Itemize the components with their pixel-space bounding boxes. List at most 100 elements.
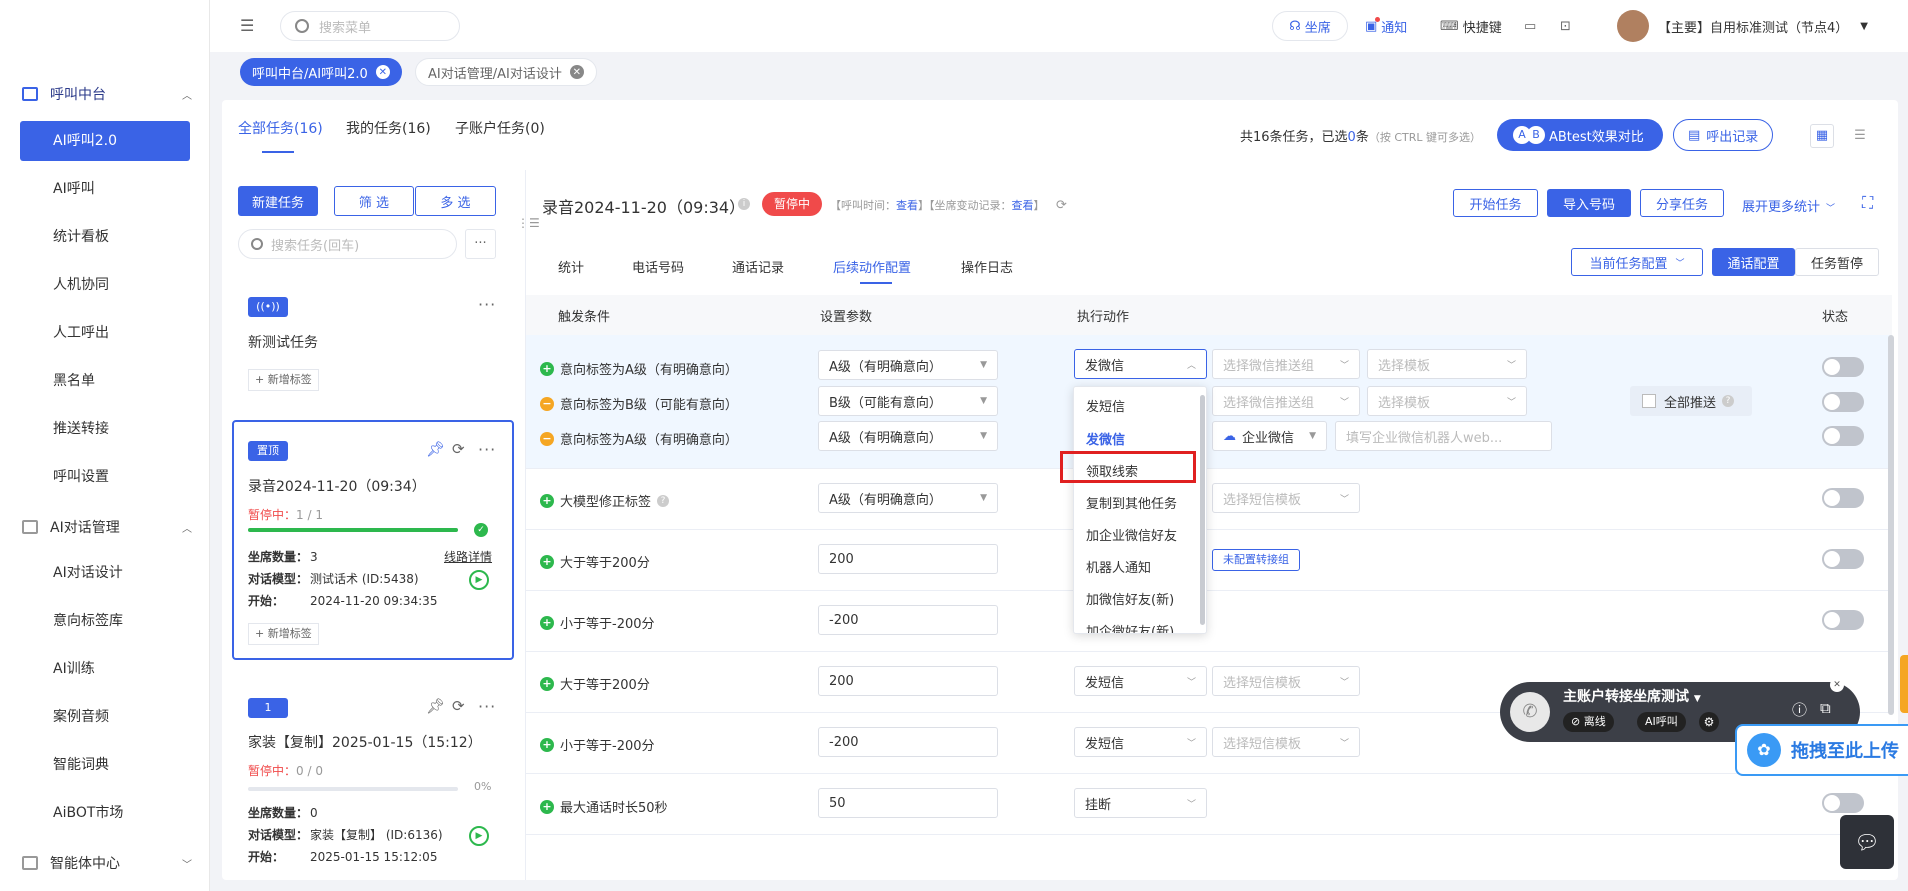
refresh-icon[interactable]: ⟳ [452, 440, 465, 458]
param-input[interactable]: -200 [818, 727, 998, 757]
remove-icon[interactable]: − [540, 431, 554, 446]
info-icon[interactable]: i [738, 198, 750, 210]
new-task-button[interactable]: 新建任务 [238, 186, 318, 216]
param-select[interactable]: A级（有明确意向） ▼ [818, 483, 998, 513]
offline-status[interactable]: ⊘ 离线 [1563, 712, 1614, 732]
close-icon[interactable]: ✕ [1830, 678, 1844, 692]
share-task-button[interactable]: 分享任务 [1640, 189, 1724, 217]
action-select[interactable]: 发微信 ︿ [1074, 349, 1207, 379]
remove-icon[interactable]: − [540, 396, 554, 411]
close-icon[interactable]: ✕ [569, 65, 584, 79]
menu-search[interactable]: 搜索菜单 [280, 11, 460, 41]
gear-icon[interactable]: ⚙ [1699, 712, 1719, 732]
task-more-icon[interactable]: ··· [478, 440, 496, 459]
add-icon[interactable]: + [540, 361, 554, 376]
current-config-dropdown[interactable]: 当前任务配置 ﹀ [1571, 248, 1703, 276]
play-icon[interactable]: ▶ [469, 570, 489, 590]
image-icon[interactable]: ⊡ [1560, 11, 1571, 41]
param-input[interactable]: 50 [818, 788, 998, 818]
upload-drop-zone[interactable]: ✿ 拖拽至此上传 [1735, 724, 1908, 776]
sms-template-select[interactable]: 选择短信模板 ﹀ [1212, 666, 1360, 696]
play-icon[interactable]: ▶ [469, 826, 489, 846]
chat-icon[interactable]: 💬︎ [1840, 815, 1894, 869]
avatar[interactable] [1617, 10, 1649, 42]
more-stats-toggle[interactable]: 展开更多统计 ﹀ [1742, 196, 1835, 215]
sidebar-item-case-audio[interactable]: 案例音频 [20, 697, 190, 737]
add-tag-button[interactable]: + 新增标签 [248, 369, 319, 391]
call-config-button[interactable]: 通话配置 [1712, 248, 1795, 276]
template-select[interactable]: 选择模板 ﹀ [1367, 386, 1527, 416]
sidebar-item-dialog-design[interactable]: AI对话设计 [20, 553, 190, 593]
outbound-records-button[interactable]: ▤ 呼出记录 [1673, 119, 1774, 151]
sidebar-group-dialog-mgmt[interactable]: AI对话管理 ︿ [22, 517, 192, 537]
multi-select-button[interactable]: 多 选 [415, 186, 496, 216]
param-input[interactable]: 200 [818, 666, 998, 696]
action-select[interactable]: 挂断 ﹀ [1074, 788, 1207, 818]
expand-icon[interactable]: ⧉ [1820, 699, 1831, 717]
seat-button[interactable]: ☊ 坐席 [1272, 11, 1348, 41]
sidebar-item-call-settings[interactable]: 呼叫设置 [20, 457, 190, 497]
grid-view-icon[interactable]: ▦ [1810, 124, 1834, 148]
dropdown-item-add-wecom[interactable]: 加企业微信好友 [1086, 525, 1177, 544]
dropdown-item-sms[interactable]: 发短信 [1086, 396, 1125, 415]
sidebar-group-agent-center[interactable]: 智能体中心 ﹀ [22, 853, 192, 873]
add-icon[interactable]: + [540, 554, 554, 569]
sidebar-item-aibot-market[interactable]: AiBOT市场 [20, 793, 190, 833]
add-tag-button[interactable]: + 新增标签 [248, 623, 319, 645]
collapse-panel-icon[interactable]: ⋮☰ [517, 216, 540, 230]
help-icon[interactable]: ? [1722, 395, 1735, 407]
param-input[interactable]: -200 [818, 605, 998, 635]
action-select[interactable]: 发短信 ﹀ [1074, 666, 1207, 696]
add-icon[interactable]: + [540, 799, 554, 814]
sms-template-select[interactable]: 选择短信模板 ﹀ [1212, 483, 1360, 513]
route-detail-link[interactable]: 线路详情 [444, 548, 492, 565]
widget-title[interactable]: 主账户转接坐席测试 ▼ [1563, 686, 1701, 706]
refresh-icon[interactable]: ⟳ [452, 697, 465, 715]
more-options-button[interactable]: ··· [465, 229, 496, 259]
sidebar-item-hybrid[interactable]: 人机协同 [20, 265, 190, 305]
subtab-call-records[interactable]: 通话记录 [732, 257, 784, 276]
account-switcher[interactable]: 【主要】自用标准测试（节点4） ▼ [1658, 11, 1868, 41]
task-more-icon[interactable]: ··· [478, 295, 496, 314]
help-icon[interactable]: ? [657, 494, 670, 507]
list-view-icon[interactable]: ☰ [1848, 124, 1872, 148]
param-input[interactable]: 200 [818, 544, 998, 574]
import-numbers-button[interactable]: 导入号码 [1547, 189, 1631, 217]
transfer-group-button[interactable]: 未配置转接组 [1212, 549, 1300, 571]
status-toggle[interactable] [1822, 357, 1864, 377]
alert-icon[interactable]: ⓘ [1792, 699, 1807, 720]
tag-dialog-design[interactable]: AI对话管理/AI对话设计 ✕ [415, 58, 597, 86]
dropdown-item-robot-notify[interactable]: 机器人通知 [1086, 557, 1151, 576]
sidebar-item-push-transfer[interactable]: 推送转接 [20, 409, 190, 449]
task-pause-button[interactable]: 任务暂停 [1795, 248, 1879, 276]
dropdown-item-add-wechat-new[interactable]: 加微信好友(新) [1086, 589, 1174, 608]
status-toggle[interactable] [1822, 392, 1864, 412]
sidebar-item-ai-call-2[interactable]: AI呼叫2.0 [20, 121, 190, 161]
sidebar-item-stats[interactable]: 统计看板 [20, 217, 190, 257]
wechat-group-select[interactable]: 选择微信推送组 ﹀ [1212, 386, 1360, 416]
param-select[interactable]: A级（有明确意向） ▼ [818, 350, 998, 380]
action-select[interactable]: 发短信 ﹀ [1074, 727, 1207, 757]
dropdown-item-wechat[interactable]: 发微信 [1086, 429, 1125, 448]
task-search-input[interactable]: 搜索任务(回车) [238, 229, 457, 259]
sidebar-item-blacklist[interactable]: 黑名单 [20, 361, 190, 401]
task-more-icon[interactable]: ··· [478, 697, 496, 716]
filter-button[interactable]: 筛 选 [334, 186, 414, 216]
sidebar-item-intent-tags[interactable]: 意向标签库 [20, 601, 190, 641]
dropdown-item-add-wecom-new[interactable]: 加企微好友(新) [1086, 621, 1174, 633]
tab-all-tasks[interactable]: 全部任务(16) [238, 118, 323, 138]
status-toggle[interactable] [1822, 793, 1864, 813]
tab-my-tasks[interactable]: 我的任务(16) [346, 118, 431, 138]
param-select[interactable]: B级（可能有意向） ▼ [818, 386, 998, 416]
pin-icon[interactable]: 📌︎ [426, 697, 445, 715]
add-icon[interactable]: + [540, 676, 554, 691]
status-toggle[interactable] [1822, 488, 1864, 508]
sidebar-item-manual-call[interactable]: 人工呼出 [20, 313, 190, 353]
checkbox[interactable] [1642, 394, 1656, 408]
sidebar-group-call-center[interactable]: 呼叫中台 ︿ [22, 84, 192, 104]
add-icon[interactable]: + [540, 737, 554, 752]
add-icon[interactable]: + [540, 493, 554, 508]
tab-sub-tasks[interactable]: 子账户任务(0) [455, 118, 545, 138]
collapse-menu-icon[interactable]: ☰ [240, 16, 254, 35]
sidebar-item-ai-call[interactable]: AI呼叫 [20, 169, 190, 209]
